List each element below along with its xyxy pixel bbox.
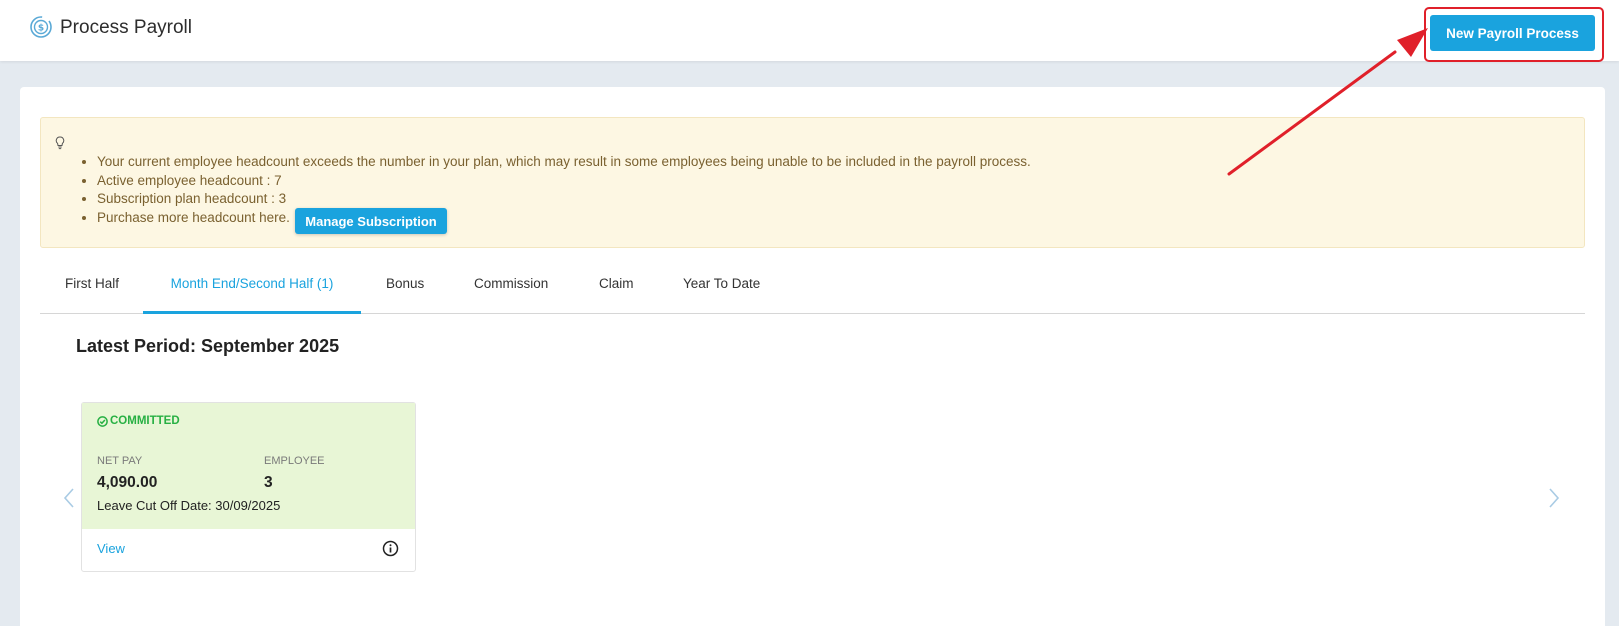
headcount-alert: Your current employee headcount exceeds …	[40, 117, 1585, 248]
payroll-card-summary: COMMITTED NET PAY EMPLOYEE 4,090.00 3 Le…	[82, 403, 415, 529]
page-title: Process Payroll	[60, 17, 192, 38]
employee-label: EMPLOYEE	[264, 455, 325, 467]
top-bar: $ Process Payroll	[0, 0, 1619, 61]
view-link[interactable]: View	[97, 541, 125, 556]
payroll-tabs: First Half Month End/Second Half (1) Bon…	[40, 263, 1585, 314]
alert-plan-headcount: Subscription plan headcount : 3	[97, 190, 1031, 209]
tab-month-end-second-half[interactable]: Month End/Second Half (1)	[143, 263, 361, 314]
tab-commission[interactable]: Commission	[474, 263, 548, 314]
alert-active-headcount: Active employee headcount : 7	[97, 172, 1031, 191]
latest-period-title: Latest Period: September 2025	[76, 336, 340, 356]
tab-year-to-date[interactable]: Year To Date	[683, 263, 760, 314]
alert-message: Your current employee headcount exceeds …	[97, 153, 1031, 172]
chevron-right-icon[interactable]	[1547, 486, 1561, 510]
info-circle-icon[interactable]	[382, 540, 399, 557]
payroll-period-card[interactable]: COMMITTED NET PAY EMPLOYEE 4,090.00 3 Le…	[81, 402, 416, 572]
tab-claim[interactable]: Claim	[599, 263, 634, 314]
lightbulb-icon	[55, 136, 65, 150]
employee-count-value: 3	[264, 474, 273, 491]
check-circle-icon	[97, 415, 108, 427]
manage-subscription-button[interactable]: Manage Subscription	[295, 208, 447, 234]
payroll-coin-cycle-icon: $	[30, 16, 52, 38]
chevron-left-icon[interactable]	[62, 486, 76, 510]
alert-list: Your current employee headcount exceeds …	[97, 153, 1031, 227]
tab-first-half[interactable]: First Half	[65, 263, 119, 314]
alert-purchase-text: Purchase more headcount here.	[97, 209, 1031, 228]
new-payroll-process-button[interactable]: New Payroll Process	[1430, 15, 1595, 51]
status-badge: COMMITTED	[97, 415, 180, 427]
net-pay-value: 4,090.00	[97, 474, 158, 491]
leave-cutoff-date: Leave Cut Off Date: 30/09/2025	[97, 498, 281, 513]
svg-text:$: $	[38, 24, 44, 34]
net-pay-label: NET PAY	[97, 455, 143, 467]
status-text: COMMITTED	[110, 415, 180, 427]
tab-bonus[interactable]: Bonus	[386, 263, 424, 314]
